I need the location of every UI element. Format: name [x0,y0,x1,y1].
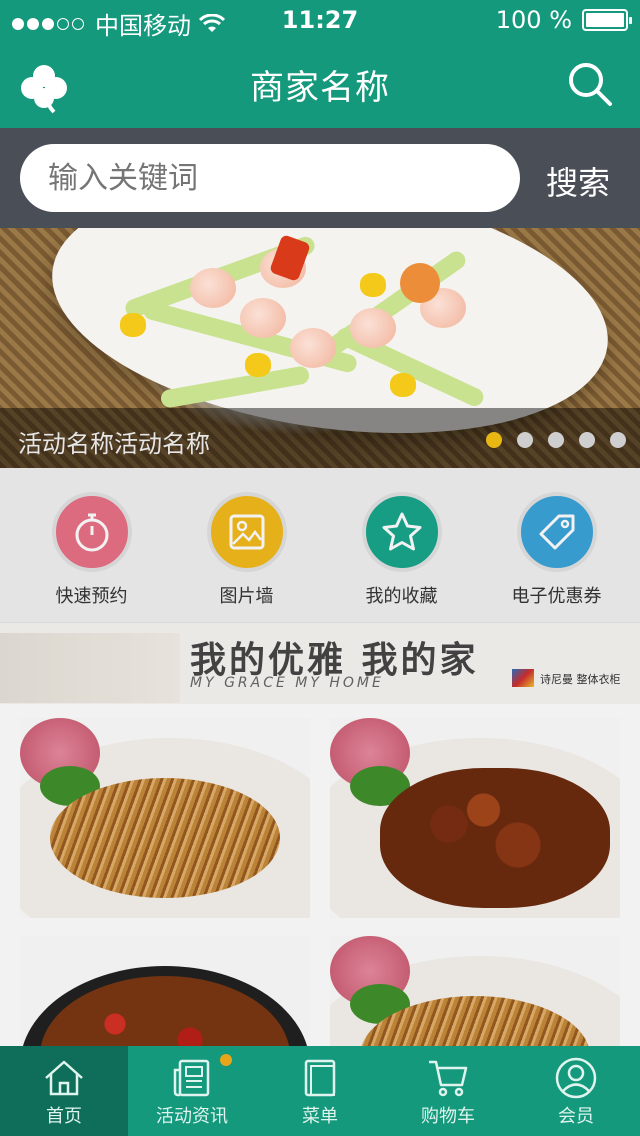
tab-label: 活动资讯 [156,1106,228,1127]
tab-label: 购物车 [421,1106,475,1127]
ad-brand-name: 诗尼曼 整体衣柜 [540,673,621,686]
stopwatch-icon [75,513,108,552]
promo-banner[interactable]: 活动名称活动名称 [0,228,640,468]
picture-icon [229,514,264,550]
shortcut-coupons[interactable]: 电子优惠券 [479,468,634,622]
tab-menu[interactable]: 菜单 [256,1046,384,1136]
pager-dot[interactable] [517,432,533,448]
tab-label: 首页 [46,1106,82,1127]
dish-image [50,778,280,898]
news-icon [173,1059,210,1097]
shortcut-label: 电子优惠券 [511,586,602,607]
pager-dot[interactable] [486,432,502,448]
pager-dot[interactable] [610,432,626,448]
ad-brand-logo [512,669,534,687]
tab-member[interactable]: 会员 [512,1046,640,1136]
ad-cityscape-image [0,633,180,703]
search-bar: 搜索 [0,128,640,228]
dish-grid [0,704,640,1046]
menu-book-icon [304,1059,336,1097]
status-bar: 中国移动 11:27 100 % [0,0,640,40]
tab-news[interactable]: 活动资讯 [128,1046,256,1136]
banner-caption-bar: 活动名称活动名称 [0,408,640,468]
tab-home[interactable]: 首页 [0,1046,128,1136]
dish-card[interactable] [20,718,310,918]
home-icon [45,1060,83,1096]
tab-cart[interactable]: 购物车 [384,1046,512,1136]
notification-badge [220,1054,232,1066]
dish-image [380,768,610,908]
shortcut-label: 我的收藏 [365,586,438,607]
page-title: 商家名称 [250,68,390,108]
shortcut-favorites[interactable]: 我的收藏 [324,468,479,622]
tag-icon [539,514,574,550]
shortcut-label: 快速预约 [55,586,128,607]
banner-caption: 活动名称活动名称 [18,430,210,458]
user-icon [555,1057,597,1099]
ad-subline: MY GRACE MY HOME [190,675,384,691]
search-icon[interactable] [566,60,614,108]
dish-card[interactable] [330,936,620,1046]
pager-dot[interactable] [579,432,595,448]
dish-card[interactable] [20,936,310,1046]
search-button[interactable]: 搜索 [546,158,610,204]
battery-percent: 100 % [495,6,572,34]
bottom-tab-bar: 首页 活动资讯 菜单 购物车 会员 [0,1046,640,1136]
top-bar: 中国移动 11:27 100 % 商家名称 [0,0,640,128]
star-icon [382,512,421,551]
shortcut-row: 快速预约 图片墙 我的收藏 电子优惠券 [0,468,640,622]
banner-pager[interactable] [471,432,626,448]
dish-card[interactable] [330,718,620,918]
shortcut-quick-booking[interactable]: 快速预约 [14,468,169,622]
pager-dot[interactable] [548,432,564,448]
shortcut-label: 图片墙 [219,586,274,607]
tab-label: 会员 [558,1106,594,1127]
ad-banner[interactable]: 我的优雅 我的家 MY GRACE MY HOME 诗尼曼 整体衣柜 [0,622,640,704]
battery-icon [582,9,632,31]
tab-label: 菜单 [302,1106,338,1127]
search-input[interactable] [20,144,520,212]
cart-icon [429,1060,468,1097]
shortcut-picture-wall[interactable]: 图片墙 [169,468,324,622]
